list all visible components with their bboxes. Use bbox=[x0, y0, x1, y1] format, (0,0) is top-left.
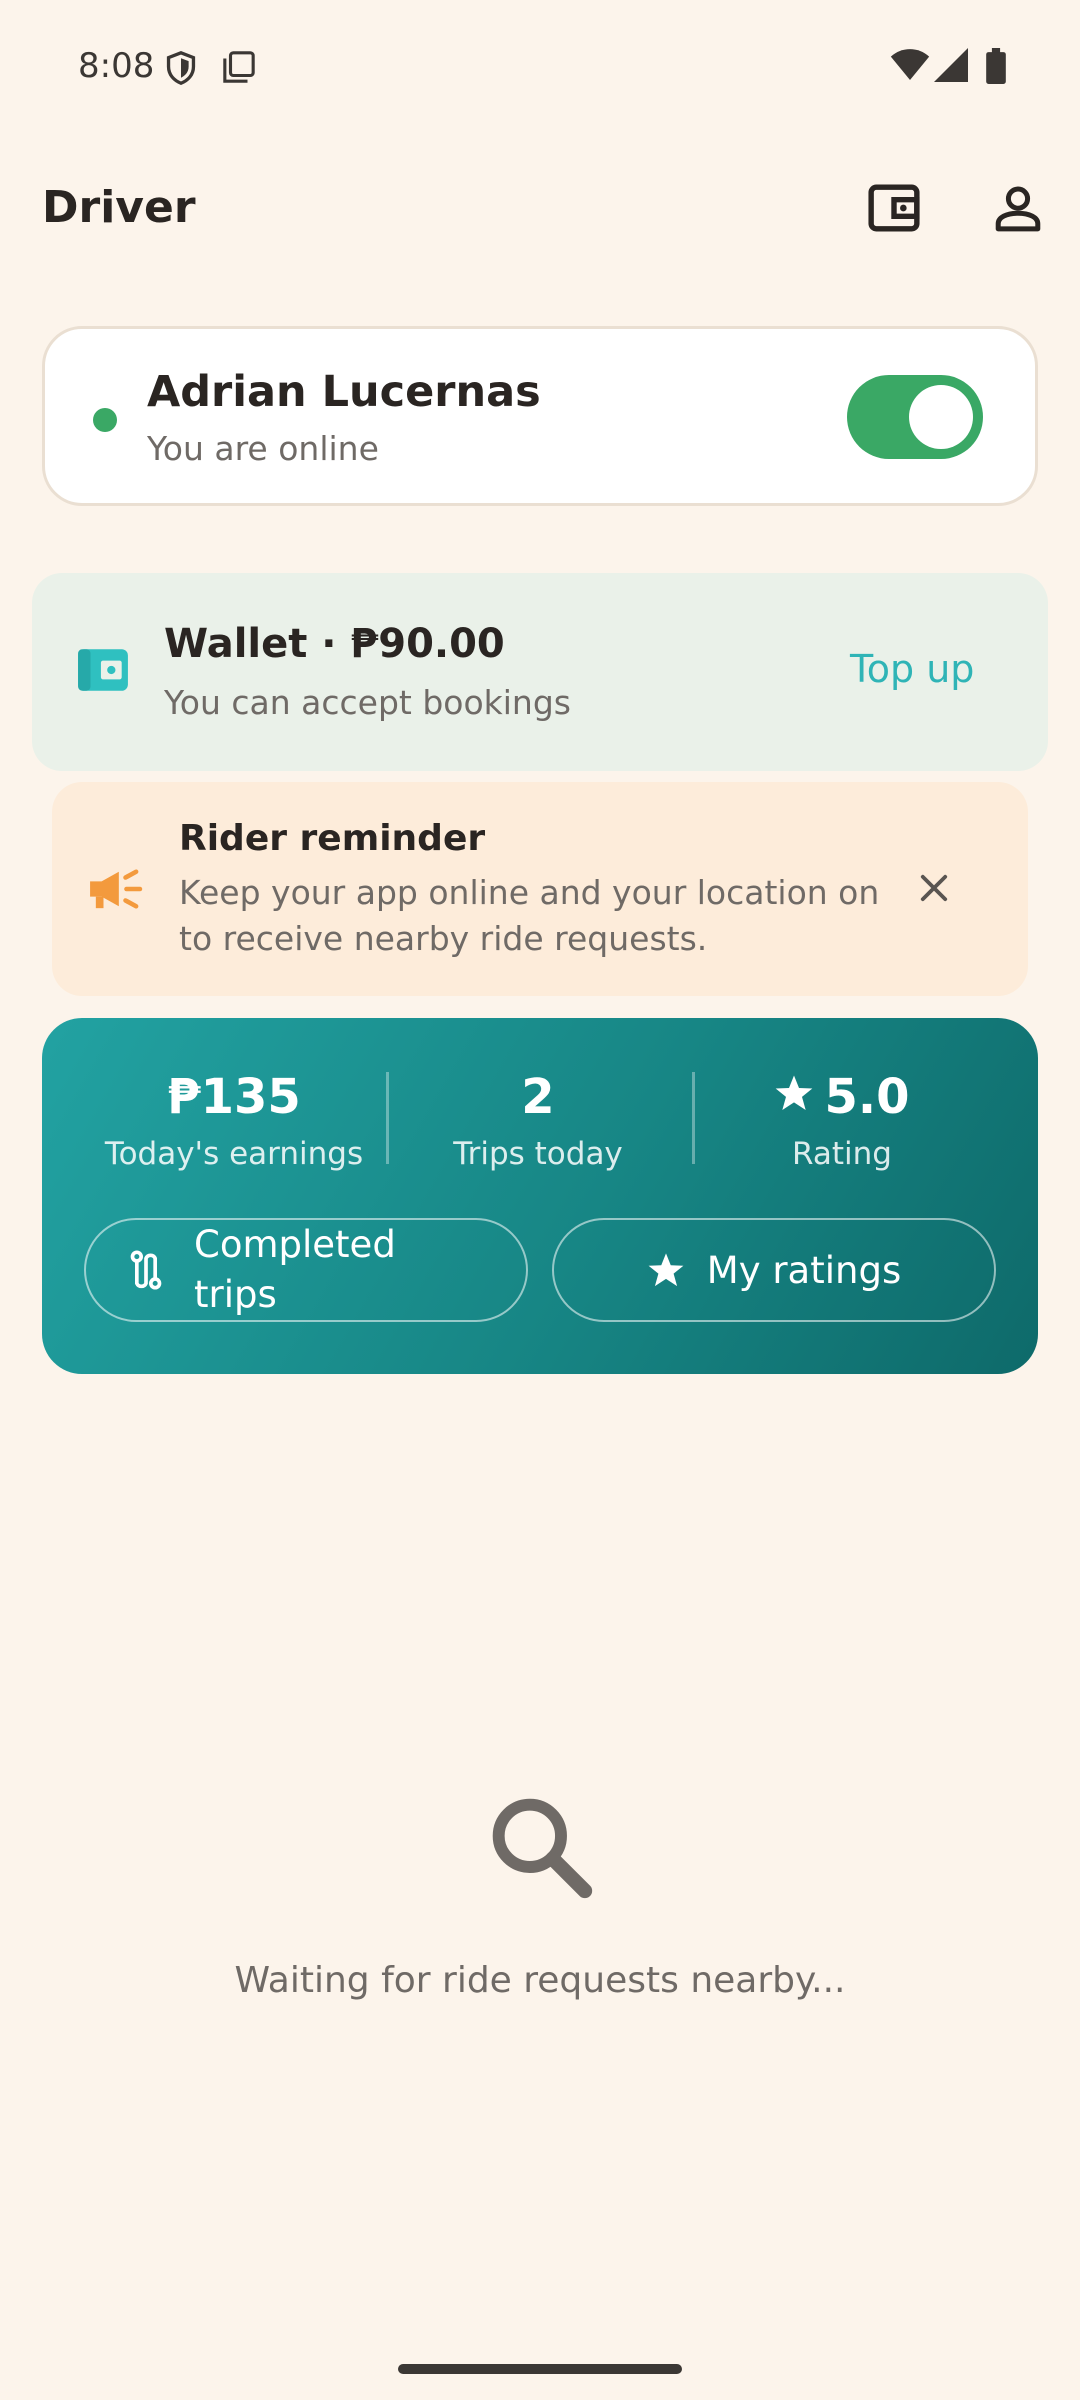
completed-trips-label: Completed trips bbox=[194, 1223, 396, 1316]
rating-value: 5.0 bbox=[824, 1069, 910, 1125]
page-title: Driver bbox=[42, 182, 196, 233]
driver-name: Adrian Lucernas bbox=[147, 367, 541, 417]
reminder-title: Rider reminder bbox=[179, 818, 486, 859]
dismiss-reminder-button[interactable] bbox=[904, 860, 964, 920]
rating-stat: 5.0 Rating bbox=[692, 1066, 992, 1172]
my-ratings-label: My ratings bbox=[706, 1248, 902, 1292]
wallet-icon bbox=[76, 645, 130, 699]
online-indicator bbox=[93, 408, 117, 432]
completed-trips-button[interactable]: Completed trips bbox=[84, 1218, 528, 1322]
earnings-label: Today's earnings bbox=[104, 1136, 364, 1172]
driver-status-text: You are online bbox=[147, 429, 379, 468]
battery-icon bbox=[986, 48, 1006, 88]
star-icon bbox=[774, 1069, 814, 1125]
profile-button[interactable] bbox=[978, 170, 1058, 250]
trips-label: Trips today bbox=[453, 1136, 623, 1172]
wallet-button[interactable] bbox=[854, 170, 934, 250]
cell-signal-icon bbox=[934, 48, 968, 86]
status-time: 8:08 bbox=[78, 46, 155, 86]
route-icon bbox=[128, 1250, 164, 1290]
search-icon bbox=[484, 1790, 594, 1904]
rating-label: Rating bbox=[792, 1136, 892, 1172]
profile-icon bbox=[993, 183, 1043, 237]
wallet-balance: Wallet · ₱90.00 bbox=[164, 621, 505, 667]
wallet-icon bbox=[867, 183, 921, 237]
wallet-card: Wallet · ₱90.00 You can accept bookings … bbox=[32, 573, 1048, 771]
waiting-message: Waiting for ride requests nearby... bbox=[234, 1960, 846, 2001]
wifi-icon bbox=[890, 48, 930, 86]
earnings-value: ₱135 bbox=[167, 1069, 301, 1125]
earnings-stat: ₱135 Today's earnings bbox=[84, 1066, 384, 1172]
star-icon bbox=[647, 1251, 685, 1289]
screenshot-icon bbox=[222, 50, 256, 88]
stats-card: ₱135 Today's earnings 2 Trips today 5.0 … bbox=[42, 1018, 1038, 1374]
wallet-subtitle: You can accept bookings bbox=[164, 683, 571, 722]
trips-stat: 2 Trips today bbox=[388, 1066, 688, 1172]
home-indicator[interactable] bbox=[398, 2364, 682, 2374]
rating-value-row: 5.0 bbox=[692, 1066, 992, 1128]
megaphone-icon bbox=[86, 866, 144, 916]
my-ratings-button[interactable]: My ratings bbox=[552, 1218, 996, 1322]
toggle-knob bbox=[909, 385, 973, 449]
driver-status-card: Adrian Lucernas You are online bbox=[42, 326, 1038, 506]
reminder-text: Keep your app online and your location o… bbox=[179, 873, 880, 958]
online-toggle[interactable] bbox=[847, 375, 983, 459]
close-icon bbox=[918, 872, 950, 908]
rider-reminder-banner: Rider reminder Keep your app online and … bbox=[52, 782, 1028, 996]
trips-value: 2 bbox=[521, 1069, 555, 1125]
shield-icon bbox=[164, 50, 198, 90]
top-up-button[interactable]: Top up bbox=[850, 647, 974, 691]
